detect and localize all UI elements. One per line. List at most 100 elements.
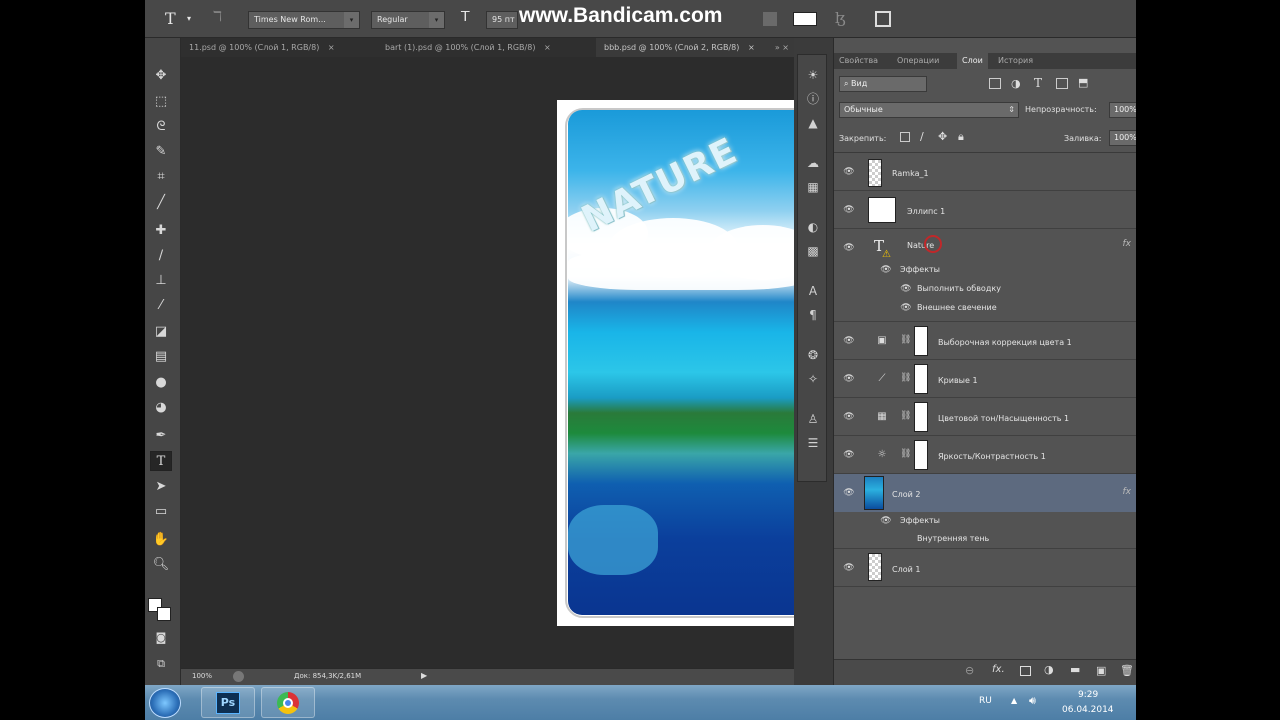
tab-bart-psd[interactable]: bart (1).psd @ 100% (Слой 1, RGB/8) × <box>377 38 587 57</box>
layer-name[interactable]: Цветовой тон/Насыщенность 1 <box>938 414 1069 423</box>
tool-preset-chevron-icon[interactable]: ▾ <box>187 14 191 23</box>
layer-row-hue-saturation[interactable]: 👁︎ ▦ ⛓ Цветовой тон/Насыщенность 1 <box>834 398 1136 436</box>
eye-icon[interactable]: 👁︎ <box>880 516 892 526</box>
dodge-icon[interactable]: ◕ <box>150 398 172 418</box>
eyedropper-icon[interactable]: ╱ <box>150 193 172 213</box>
layer-filter-select[interactable]: ⌕ Вид <box>839 76 927 92</box>
pen-icon[interactable]: ✒ <box>150 426 172 446</box>
layer-mask[interactable] <box>914 402 928 432</box>
layer-name[interactable]: Ramka_1 <box>892 169 929 178</box>
lock-transparent-icon[interactable] <box>900 132 910 142</box>
layer-row-brightness-contrast[interactable]: 👁︎ ☼ ⛓ Яркость/Контрастность 1 <box>834 436 1136 474</box>
hand-icon[interactable]: ✋ <box>150 530 172 550</box>
text-orientation-icon[interactable]: ℸ <box>213 9 222 25</box>
brush-settings-icon[interactable]: ☀ <box>802 65 824 85</box>
eye-icon[interactable]: 👁︎ <box>843 488 855 498</box>
add-style-icon[interactable]: fx. <box>992 664 1005 675</box>
lasso-icon[interactable]: ᘓ <box>150 117 172 137</box>
tab-actions[interactable]: Операции <box>892 53 944 69</box>
history-brush-icon[interactable]: ⁄ <box>150 296 172 316</box>
adjustments-icon[interactable]: ◐ <box>802 217 824 237</box>
link-layers-icon[interactable]: ⊖ <box>965 664 974 677</box>
eye-icon[interactable]: 👁︎ <box>843 412 855 422</box>
delete-layer-icon[interactable]: 🗑︎ <box>1120 664 1134 677</box>
tab-layers[interactable]: Слои <box>957 53 988 69</box>
tab-11-psd[interactable]: 11.psd @ 100% (Слой 1, RGB/8) × <box>181 38 371 57</box>
paths-icon[interactable]: ☰ <box>802 433 824 453</box>
play-arrow-icon[interactable]: ▶ <box>421 671 427 680</box>
filter-type-icon[interactable]: T <box>1034 76 1042 90</box>
character-panel-icon[interactable] <box>875 11 891 27</box>
filter-adjustment-icon[interactable]: ◑ <box>1011 77 1021 90</box>
background-color-swatch[interactable] <box>157 607 171 621</box>
eye-icon[interactable]: 👁︎ <box>843 336 855 346</box>
3d-icon[interactable]: ✧ <box>802 369 824 389</box>
zoom-icon[interactable]: 🔍︎ <box>150 555 172 575</box>
new-adjustment-icon[interactable]: ◑ <box>1044 663 1054 676</box>
swatches-icon[interactable]: ▦ <box>802 177 824 197</box>
layer-name[interactable]: Слой 1 <box>892 565 920 574</box>
fill-field[interactable]: 100% <box>1109 130 1136 146</box>
layer-mask[interactable] <box>914 326 928 356</box>
fx-icon[interactable]: fx <box>1123 239 1132 249</box>
move-icon[interactable]: ✥ <box>150 66 172 86</box>
eye-icon[interactable]: 👁︎ <box>900 284 912 294</box>
fx-icon[interactable]: fx <box>1123 487 1132 497</box>
layer-row-sloy-1[interactable]: 👁︎ Слой 1 <box>834 549 1136 587</box>
font-size-field[interactable]: 95 пт <box>486 11 518 29</box>
shape-icon[interactable]: ▭ <box>150 502 172 522</box>
effect-inner-shadow[interactable]: Внутренняя тень <box>917 534 989 543</box>
layer-row-ellipse[interactable]: 👁︎ Эллипс 1 <box>834 191 1136 229</box>
layer-row-sloy-2[interactable]: 👁︎ Слой 2 fx 👁︎ Эффекты Внутренняя тень <box>834 474 1136 549</box>
quick-select-icon[interactable]: ✎ <box>150 142 172 162</box>
close-icon[interactable]: × <box>328 43 335 52</box>
start-icon[interactable] <box>149 688 181 718</box>
opacity-field[interactable]: 100% <box>1109 102 1136 118</box>
info-icon[interactable]: ⓘ <box>802 89 824 109</box>
canvas-area[interactable]: NATURE <box>181 57 821 668</box>
tabs-overflow[interactable]: » × <box>745 38 795 57</box>
effect-outer-glow[interactable]: Внешнее свечение <box>917 303 997 312</box>
tray-expand-icon[interactable]: ▲ <box>1011 696 1017 705</box>
warp-text-icon[interactable]: ɮ <box>835 9 846 27</box>
tool-presets-icon[interactable]: ♙ <box>802 409 824 429</box>
new-group-icon[interactable]: ▬ <box>1070 663 1080 676</box>
path-select-icon[interactable]: ➤ <box>150 477 172 497</box>
new-layer-icon[interactable]: ▣ <box>1096 664 1106 677</box>
document-canvas[interactable]: NATURE <box>557 100 821 626</box>
filter-pixel-icon[interactable] <box>989 78 1001 89</box>
screen-mode-icon[interactable]: ⧉ <box>150 654 172 674</box>
type-tool-icon[interactable]: T <box>165 9 176 28</box>
font-style-select[interactable]: Regular ▾ <box>371 11 445 29</box>
language-indicator[interactable]: RU <box>979 696 992 706</box>
taskbar-photoshop[interactable]: Ps <box>201 687 255 718</box>
gradient-icon[interactable]: ▤ <box>150 347 172 367</box>
eye-icon[interactable]: 👁︎ <box>880 265 892 275</box>
eye-icon[interactable]: 👁︎ <box>843 563 855 573</box>
lock-all-icon[interactable]: 🔒︎ <box>958 130 964 144</box>
text-color-swatch[interactable] <box>793 12 817 26</box>
volume-icon[interactable]: 🔊︎ <box>1029 694 1036 708</box>
link-icon[interactable]: ⛓ <box>900 373 911 383</box>
link-icon[interactable]: ⛓ <box>900 335 911 345</box>
layer-row-curves[interactable]: 👁︎ ⟋ ⛓ Кривые 1 <box>834 360 1136 398</box>
healing-icon[interactable]: ✚ <box>150 221 172 241</box>
layer-name[interactable]: Яркость/Контрастность 1 <box>938 452 1046 461</box>
eye-icon[interactable]: 👁︎ <box>843 205 855 215</box>
stamp-icon[interactable]: ⊥ <box>150 271 172 291</box>
status-info-icon[interactable] <box>233 671 244 682</box>
character-icon[interactable]: A <box>802 281 824 301</box>
eye-icon[interactable]: 👁︎ <box>843 450 855 460</box>
clock-date[interactable]: 06.04.2014 <box>1062 705 1114 715</box>
eye-icon[interactable]: 👁︎ <box>843 167 855 177</box>
tab-history[interactable]: История <box>993 53 1038 69</box>
layer-name[interactable]: Выборочная коррекция цвета 1 <box>938 338 1072 347</box>
styles-icon[interactable]: ❂ <box>802 345 824 365</box>
eye-icon[interactable]: 👁︎ <box>843 243 855 253</box>
lock-position-icon[interactable]: ✥ <box>938 130 947 143</box>
filter-shape-icon[interactable] <box>1056 78 1068 89</box>
layer-name[interactable]: Эллипс 1 <box>907 207 945 216</box>
blur-icon[interactable]: ● <box>150 373 172 393</box>
tab-properties[interactable]: Свойства <box>834 53 883 69</box>
add-mask-icon[interactable] <box>1020 666 1031 676</box>
